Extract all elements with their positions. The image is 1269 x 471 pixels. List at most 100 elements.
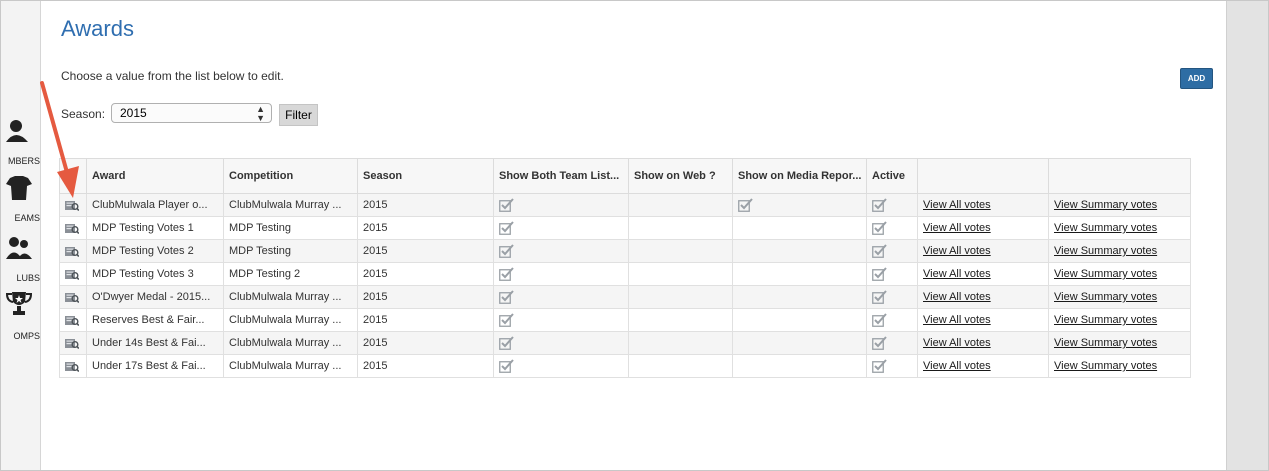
season-cell: 2015 bbox=[357, 239, 494, 263]
award-cell[interactable]: Under 14s Best & Fai... bbox=[86, 331, 224, 355]
edit-cell[interactable] bbox=[59, 239, 87, 263]
view-all-votes-link[interactable]: View All votes bbox=[923, 199, 991, 211]
table-row[interactable]: ClubMulwala Player o... ClubMulwala Murra… bbox=[59, 193, 1191, 217]
show-both-team-list-cell bbox=[493, 262, 629, 286]
show-on-web-cell bbox=[628, 354, 733, 378]
view-summary-votes-link[interactable]: View Summary votes bbox=[1054, 291, 1157, 303]
header-summary bbox=[1048, 158, 1191, 194]
awards-table: Award Competition Season Show Both Team … bbox=[59, 158, 1191, 378]
annotation-arrow-icon bbox=[40, 81, 79, 198]
edit-cell[interactable] bbox=[59, 216, 87, 240]
edit-cell[interactable] bbox=[59, 308, 87, 332]
season-cell: 2015 bbox=[357, 216, 494, 240]
view-all-votes-link[interactable]: View All votes bbox=[923, 337, 991, 349]
competition-cell: ClubMulwala Murray ... bbox=[223, 331, 358, 355]
add-button[interactable]: ADD bbox=[1180, 68, 1213, 89]
filter-button[interactable]: Filter bbox=[279, 104, 318, 126]
header-season[interactable]: Season bbox=[357, 158, 494, 194]
show-on-web-cell bbox=[628, 193, 733, 217]
view-all-votes-link[interactable]: View All votes bbox=[923, 314, 991, 326]
edit-cell[interactable] bbox=[59, 354, 87, 378]
header-active[interactable]: Active bbox=[866, 158, 918, 194]
header-show-on-web[interactable]: Show on Web ? bbox=[628, 158, 733, 194]
view-all-votes-cell: View All votes bbox=[917, 193, 1049, 217]
season-select-value: 2015 bbox=[120, 106, 147, 120]
active-cell bbox=[866, 193, 918, 217]
edit-record-icon[interactable] bbox=[65, 268, 79, 280]
view-all-votes-link[interactable]: View All votes bbox=[923, 245, 991, 257]
edit-record-icon[interactable] bbox=[65, 245, 79, 257]
edit-record-icon[interactable] bbox=[65, 291, 79, 303]
table-row[interactable]: Under 17s Best & Fai... ClubMulwala Murra… bbox=[59, 354, 1191, 378]
table-row[interactable]: MDP Testing Votes 1 MDP Testing 2015 View A… bbox=[59, 216, 1191, 240]
show-on-media-report-cell bbox=[732, 308, 867, 332]
checkmark-icon bbox=[499, 290, 514, 304]
table-row[interactable]: O'Dwyer Medal - 2015... ClubMulwala Murra… bbox=[59, 285, 1191, 309]
view-summary-votes-cell: View Summary votes bbox=[1048, 216, 1191, 240]
view-summary-votes-link[interactable]: View Summary votes bbox=[1054, 337, 1157, 349]
view-all-votes-link[interactable]: View All votes bbox=[923, 291, 991, 303]
season-cell: 2015 bbox=[357, 331, 494, 355]
edit-record-icon[interactable] bbox=[65, 314, 79, 326]
award-cell[interactable]: MDP Testing Votes 2 bbox=[86, 239, 224, 263]
view-summary-votes-link[interactable]: View Summary votes bbox=[1054, 245, 1157, 257]
checkmark-icon bbox=[872, 267, 887, 281]
show-both-team-list-cell bbox=[493, 354, 629, 378]
show-both-team-list-cell bbox=[493, 308, 629, 332]
header-award[interactable]: Award bbox=[86, 158, 224, 194]
season-cell: 2015 bbox=[357, 308, 494, 332]
view-summary-votes-link[interactable]: View Summary votes bbox=[1054, 199, 1157, 211]
edit-record-icon[interactable] bbox=[65, 222, 79, 234]
season-select[interactable]: 2015 ▲ ▼ bbox=[111, 103, 272, 123]
edit-cell[interactable] bbox=[59, 285, 87, 309]
table-row[interactable]: Under 14s Best & Fai... ClubMulwala Murra… bbox=[59, 331, 1191, 355]
checkmark-icon bbox=[499, 198, 514, 212]
edit-record-icon[interactable] bbox=[65, 360, 79, 372]
award-cell[interactable]: Reserves Best & Fair... bbox=[86, 308, 224, 332]
show-both-team-list-cell bbox=[493, 239, 629, 263]
award-cell[interactable]: ClubMulwala Player o... bbox=[86, 193, 224, 217]
left-nav: MBERS EAMS LUBS OMPS bbox=[0, 0, 41, 471]
view-all-votes-cell: View All votes bbox=[917, 239, 1049, 263]
award-cell[interactable]: O'Dwyer Medal - 2015... bbox=[86, 285, 224, 309]
view-all-votes-link[interactable]: View All votes bbox=[923, 222, 991, 234]
view-summary-votes-link[interactable]: View Summary votes bbox=[1054, 268, 1157, 280]
instructions-text: Choose a value from the list below to ed… bbox=[61, 69, 284, 83]
edit-record-icon[interactable] bbox=[65, 199, 79, 211]
edit-record-icon[interactable] bbox=[65, 337, 79, 349]
jersey-icon bbox=[6, 176, 32, 200]
view-summary-votes-cell: View Summary votes bbox=[1048, 262, 1191, 286]
header-competition[interactable]: Competition bbox=[223, 158, 358, 194]
nav-label-teams: EAMS bbox=[14, 213, 40, 223]
members-icon bbox=[6, 120, 28, 142]
show-on-web-cell bbox=[628, 308, 733, 332]
view-summary-votes-link[interactable]: View Summary votes bbox=[1054, 360, 1157, 372]
show-on-media-report-cell bbox=[732, 262, 867, 286]
view-all-votes-cell: View All votes bbox=[917, 285, 1049, 309]
competition-cell: ClubMulwala Murray ... bbox=[223, 193, 358, 217]
edit-cell[interactable] bbox=[59, 331, 87, 355]
edit-cell[interactable] bbox=[59, 262, 87, 286]
season-cell: 2015 bbox=[357, 193, 494, 217]
view-summary-votes-link[interactable]: View Summary votes bbox=[1054, 222, 1157, 234]
competition-cell: ClubMulwala Murray ... bbox=[223, 285, 358, 309]
table-row[interactable]: Reserves Best & Fair... ClubMulwala Murra… bbox=[59, 308, 1191, 332]
show-on-media-report-cell bbox=[732, 285, 867, 309]
trophy-icon bbox=[6, 292, 32, 315]
award-cell[interactable]: MDP Testing Votes 1 bbox=[86, 216, 224, 240]
checkmark-icon bbox=[499, 267, 514, 281]
season-cell: 2015 bbox=[357, 354, 494, 378]
view-all-votes-link[interactable]: View All votes bbox=[923, 360, 991, 372]
award-cell[interactable]: Under 17s Best & Fai... bbox=[86, 354, 224, 378]
view-all-votes-cell: View All votes bbox=[917, 308, 1049, 332]
award-cell[interactable]: MDP Testing Votes 3 bbox=[86, 262, 224, 286]
view-all-votes-link[interactable]: View All votes bbox=[923, 268, 991, 280]
header-show-on-media-report[interactable]: Show on Media Repor... bbox=[732, 158, 867, 194]
checkmark-icon bbox=[872, 221, 887, 235]
view-summary-votes-link[interactable]: View Summary votes bbox=[1054, 314, 1157, 326]
table-row[interactable]: MDP Testing Votes 2 MDP Testing 2015 View A… bbox=[59, 239, 1191, 263]
competition-cell: MDP Testing 2 bbox=[223, 262, 358, 286]
header-show-both-team-list[interactable]: Show Both Team List... bbox=[493, 158, 629, 194]
active-cell bbox=[866, 262, 918, 286]
table-row[interactable]: MDP Testing Votes 3 MDP Testing 2 2015 View… bbox=[59, 262, 1191, 286]
